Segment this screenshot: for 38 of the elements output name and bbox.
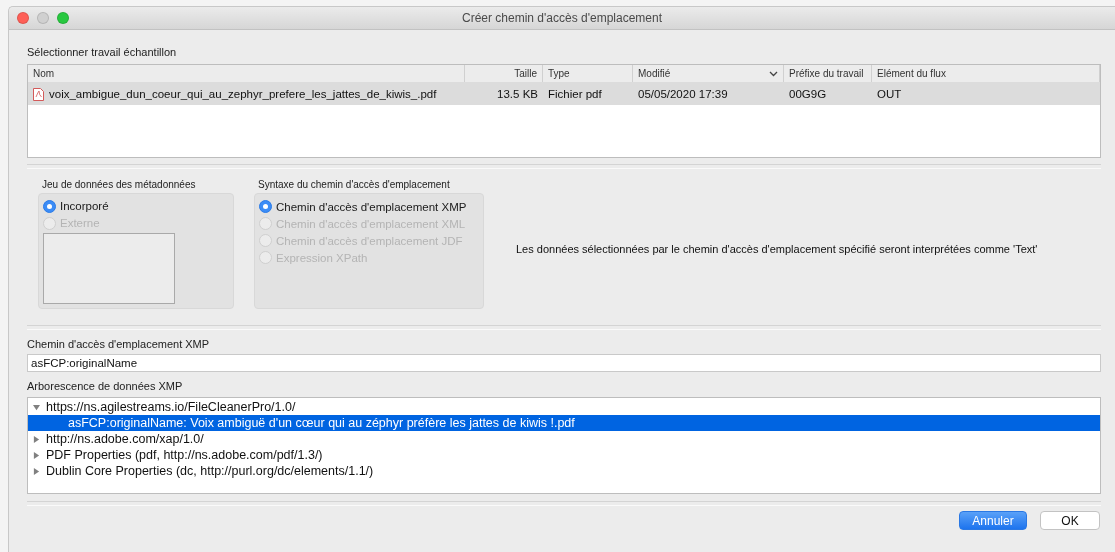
radio-option[interactable]: Chemin d'accès d'emplacement XMP [259,198,479,215]
tree-item[interactable]: PDF Properties (pdf, http://ns.adobe.com/pdf/1.3/) [28,447,1100,463]
window-title: Créer chemin d'accès d'emplacement [462,11,662,25]
path-input-field[interactable]: asFCP:originalName [27,354,1101,372]
group-title: Jeu de données des métadonnées [41,179,197,190]
group-title: Syntaxe du chemin d'accès d'emplacement [257,179,451,190]
table-cell-text: Fichier pdf [547,88,603,100]
column-header[interactable]: Type [543,65,633,82]
table-cell: voix_ambigue_dun_coeur_qui_au_zephyr_prefere_les_jattes_de_kiwis_.pdf [28,87,465,101]
table-cell-text: OUT [876,88,903,100]
table-cell-text: 00G9G [788,88,828,100]
info-text: Les données sélectionnées par le chemin d'accès d'emplacement spécifié seront interprétées comme 'Text' [516,243,1038,255]
expand-arrow-icon[interactable] [33,435,40,443]
zoom-icon[interactable] [57,12,69,24]
tree-item[interactable]: Dublin Core Properties (dc, http://purl.org/dc/elements/1.1/) [28,463,1100,479]
dialog-button[interactable]: Annuler [959,511,1027,530]
expand-arrow-icon[interactable] [33,451,40,459]
column-header[interactable]: Modifié [633,65,784,82]
field-label: Chemin d'accès d'emplacement XMP [27,338,211,350]
expand-arrow-icon[interactable] [33,467,40,475]
radio-option[interactable]: Incorporé [43,198,229,215]
table-cell-text: 13.5 KB [496,88,539,100]
column-header[interactable]: Préfixe du travail [784,65,872,82]
column-header[interactable]: Taille [465,65,543,82]
table-cell-text: 05/05/2020 17:39 [637,88,729,100]
section-label: Sélectionner travail échantillon [27,46,178,58]
table-row[interactable]: voix_ambigue_dun_coeur_qui_au_zephyr_prefere_les_jattes_de_kiwis_.pdf 13.5 KB Fichier pdf 05/05/2020 17:39 00G9G OUT [28,83,1100,105]
dialog-button[interactable]: OK [1040,511,1100,530]
collapse-arrow-icon[interactable] [33,403,40,411]
pdf-file-icon [33,87,44,101]
tree-label: Arborescence de données XMP [27,380,184,392]
column-header[interactable]: Nom [28,65,465,82]
tree-item[interactable]: http://ns.adobe.com/xap/1.0/ [28,431,1100,447]
tree-item[interactable]: asFCP:originalName: Voix ambiguë d'un cœur qui au zéphyr préfère les jattes de kiwis !.pdf [28,415,1100,431]
list-box[interactable] [43,233,175,304]
column-header[interactable]: Elément du flux [872,65,1100,82]
tree-item[interactable]: https://ns.agilestreams.io/FileCleanerPro/1.0/ [28,399,1100,415]
close-icon[interactable] [17,12,29,24]
